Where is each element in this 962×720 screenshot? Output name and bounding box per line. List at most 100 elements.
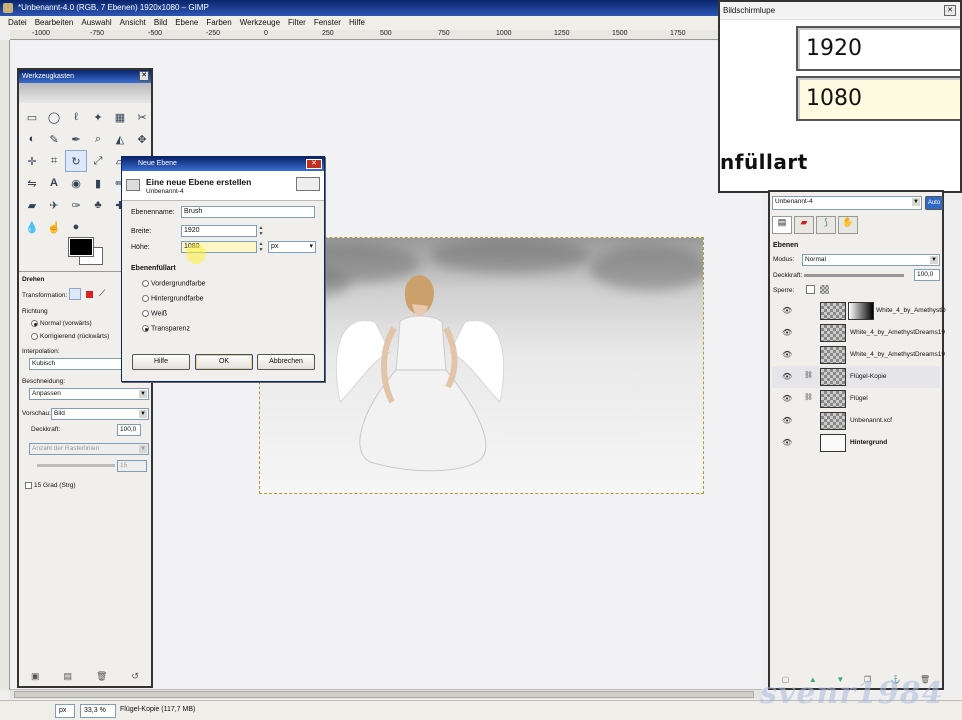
close-icon[interactable]: ✕ [306,159,322,169]
save-options-icon[interactable]: ▣ [31,671,40,682]
close-icon[interactable]: ✕ [139,71,149,81]
image-select[interactable]: Unbenannt-4 ▼ [772,196,922,210]
fg-bg-color-selector[interactable] [68,237,105,268]
visibility-eye-icon[interactable]: 👁 [782,438,792,447]
align-icon[interactable]: ✛ [21,150,43,172]
visibility-eye-icon[interactable]: 👁 [782,306,792,315]
layer-opacity-field[interactable]: 100,0 [914,269,940,281]
reset-options-icon[interactable]: ↺ [131,671,139,682]
delete-options-icon[interactable]: 🗑 [96,671,107,682]
scale-icon[interactable]: ⤢ [87,150,109,172]
close-icon[interactable]: ✕ [944,5,956,16]
menu-ansicht[interactable]: Ansicht [116,16,150,30]
unit-select[interactable]: px [55,704,75,718]
fill-background-radio[interactable]: Hintergrundfarbe [142,295,204,302]
layer-row[interactable]: 👁 ⛓ Flügel [772,388,940,410]
layer-row[interactable]: 👁 Unbenannt.xcf [772,410,940,432]
menu-werkzeuge[interactable]: Werkzeuge [236,16,284,30]
tab-channels-icon[interactable]: ▰ [794,216,814,234]
layer-row[interactable]: 👁 White_4_by_AmethystDreams19 [772,322,945,344]
scissors-icon[interactable]: ✂ [131,106,153,128]
ok-button[interactable]: OK [195,354,253,370]
color-picker-icon[interactable]: ✒ [65,128,87,150]
visibility-eye-icon[interactable]: 👁 [782,394,792,403]
foreground-select-icon[interactable]: ◐ [21,128,43,150]
rotate-icon[interactable]: ↻ [65,150,87,172]
width-spinner[interactable]: ▲ ▼ [258,225,264,237]
ellipse-select-icon[interactable]: ◯ [43,106,65,128]
foreground-color-swatch[interactable] [68,237,94,257]
free-select-icon[interactable]: ℓ [65,106,87,128]
bucket-fill-icon[interactable]: ◉ [65,172,87,194]
constraint-checkbox[interactable]: 15 Grad (Strg) [25,482,76,489]
menu-farben[interactable]: Farben [202,16,235,30]
menu-ebene[interactable]: Ebene [171,16,202,30]
unit-select[interactable]: px ▾ [268,241,316,253]
blur-icon[interactable]: 💧 [21,216,43,238]
ink-icon[interactable]: ✑ [65,194,87,216]
menu-bearbeiten[interactable]: Bearbeiten [31,16,78,30]
horizontal-scrollbar[interactable] [10,689,762,699]
dodge-burn-icon[interactable]: ● [65,216,87,238]
preview-select[interactable]: Bild ▼ [51,408,149,420]
auto-button[interactable]: Auto [925,196,943,210]
direction-normal-radio[interactable]: Normal (vorwärts) [31,320,92,327]
direction-corrective-radio[interactable]: Korrigierend (rückwärts) [31,333,109,340]
fill-transparency-radio[interactable]: Transparenz [142,325,190,332]
menu-auswahl[interactable]: Auswahl [77,16,115,30]
width-input[interactable]: 1920 [181,225,257,237]
wilber-drop-area[interactable] [19,83,151,103]
fill-foreground-radio[interactable]: Vordergrundfarbe [142,280,205,287]
fuzzy-select-icon[interactable]: ✦ [87,106,109,128]
chain-link-icon[interactable]: ⛓ [804,393,813,401]
visibility-eye-icon[interactable]: 👁 [782,350,792,359]
zoom-select[interactable]: 33,3 % [80,704,116,718]
layer-row[interactable]: 👁 White_4_by_AmethystDreams19 [772,344,945,366]
text-icon[interactable]: A [43,172,65,194]
lock-pixels-checkbox[interactable] [806,285,815,294]
measure-icon[interactable]: ◭ [109,128,131,150]
clipping-select[interactable]: Anpassen ▼ [29,388,149,400]
horizontal-ruler[interactable]: -1000 -750 -500 -250 0 250 500 750 1000 … [10,30,718,40]
cancel-button[interactable]: Abbrechen [257,354,315,370]
grid-slider[interactable] [37,464,115,467]
layer-name-input[interactable]: Brush [181,206,315,218]
menu-bild[interactable]: Bild [150,16,171,30]
scrollbar-thumb[interactable] [14,691,754,698]
eraser-icon[interactable]: ▰ [21,194,43,216]
smudge-icon[interactable]: ☝ [43,216,65,238]
layer-row[interactable]: 👁 White_4_by_AmethystD [772,300,946,322]
menu-datei[interactable]: Datei [4,16,31,30]
help-button[interactable]: Hilfe [132,354,190,370]
transform-selection-icon[interactable] [86,291,93,298]
layer-row[interactable]: 👁 Hintergrund [772,432,940,454]
visibility-eye-icon[interactable]: 👁 [782,416,792,425]
transform-path-icon[interactable]: ⟋ [99,288,105,299]
tab-paths-icon[interactable]: ⟆ [816,216,836,234]
fill-white-radio[interactable]: Weiß [142,310,167,317]
tab-undo-icon[interactable]: ✋ [838,216,858,234]
vertical-ruler[interactable] [0,40,10,690]
menu-hilfe[interactable]: Hilfe [345,16,369,30]
visibility-eye-icon[interactable]: 👁 [782,328,792,337]
grid-lines-select[interactable]: Anzahl der Rasterlinien ▼ [29,443,149,455]
menu-filter[interactable]: Filter [284,16,310,30]
grid-spin-field[interactable]: 15 [117,460,147,472]
chain-link-icon[interactable]: ⛓ [804,371,813,379]
lock-alpha-icon[interactable] [820,285,829,294]
visibility-eye-icon[interactable]: 👁 [782,372,792,381]
gradient-icon[interactable]: ▮ [87,172,109,194]
layer-opacity-slider[interactable] [804,274,904,277]
move-icon[interactable]: ✥ [131,128,153,150]
flip-icon[interactable]: ⇋ [21,172,43,194]
clone-icon[interactable]: ♣ [87,194,109,216]
height-spinner[interactable]: ▲ ▼ [258,241,264,253]
layer-row[interactable]: 👁 ⛓ Flügel-Kopie [772,366,940,388]
restore-options-icon[interactable]: ▤ [63,671,72,682]
airbrush-icon[interactable]: ✈ [43,194,65,216]
crop-icon[interactable]: ⌗ [43,150,65,172]
color-select-icon[interactable]: ▦ [109,106,131,128]
paths-icon[interactable]: ✎ [43,128,65,150]
rect-select-icon[interactable]: ▭ [21,106,43,128]
opacity-field[interactable]: 100,0 [117,424,141,436]
